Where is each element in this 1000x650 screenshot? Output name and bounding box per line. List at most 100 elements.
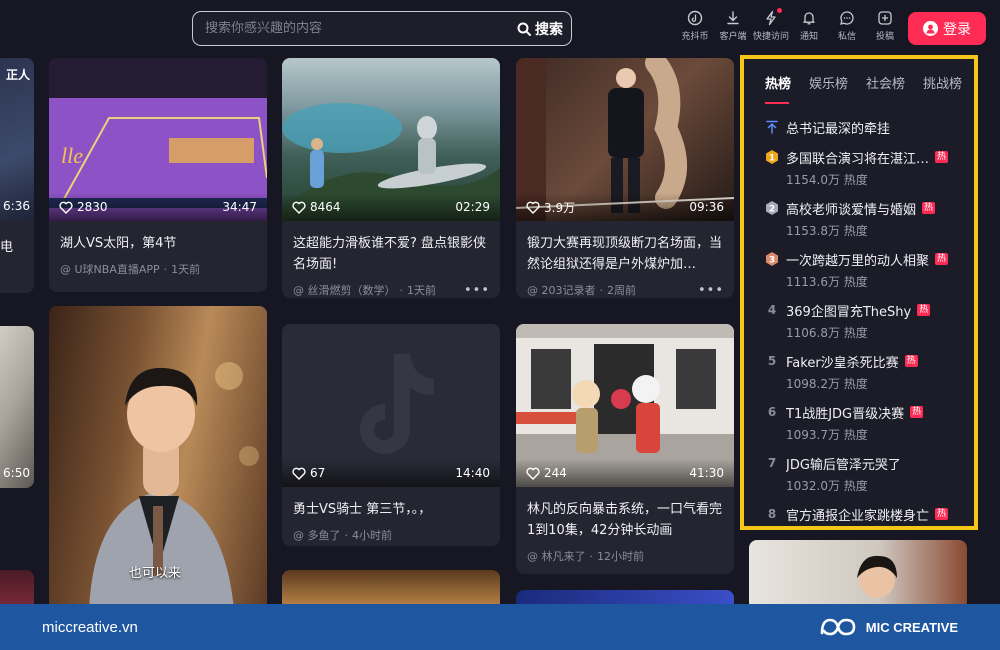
heat-value: 1098.2万 热度 — [786, 377, 868, 391]
mic-creative-logo-icon — [820, 618, 856, 636]
heat-value: 1093.7万 热度 — [786, 428, 868, 442]
trending-item[interactable]: 6 T1战胜JDG晋级决赛 热 1093.7万 热度 — [764, 401, 974, 444]
video-caption: 也可以来 — [129, 566, 182, 581]
video-author[interactable]: @ 多鱼了 — [293, 527, 341, 543]
hot-badge: 热 — [935, 508, 949, 520]
tab-society[interactable]: 社会榜 — [866, 73, 905, 104]
search-button[interactable]: 搜索 — [517, 19, 563, 39]
partial-video-card[interactable] — [749, 540, 967, 610]
trending-item[interactable]: 7 JDG输后管泽元哭了 1032.0万 热度 — [764, 452, 974, 495]
video-author[interactable]: @ 丝滑燃剪（数学） — [293, 282, 396, 298]
like-count: 3.9万 — [526, 199, 575, 216]
rank-badge-icon: 3 — [766, 252, 778, 266]
video-duration: 6:36 — [3, 199, 30, 213]
like-count: 2830 — [59, 200, 108, 214]
trending-title: Faker沙皇杀死比赛 — [786, 355, 899, 371]
video-author[interactable]: @ U球NBA直播APP — [60, 261, 160, 277]
nav-label: 投稿 — [875, 32, 894, 42]
video-card[interactable]: 8464 02:29 这超能力滑板谁不爱? 盘点银影侠名场面! @ 丝滑燃剪（数… — [282, 58, 500, 298]
hot-badge: 热 — [935, 253, 949, 265]
trending-title: 总书记最深的牵挂 — [786, 121, 891, 137]
nav-quick-access[interactable]: 快捷访问 — [753, 8, 790, 42]
overlay-text: 正人 — [6, 68, 31, 82]
video-duration: 6:50 — [3, 466, 30, 480]
nav-recharge[interactable]: 充抖币 — [678, 10, 712, 42]
heat-value: 1106.8万 热度 — [786, 326, 868, 340]
search-icon — [517, 22, 531, 36]
rank-number: 1 — [769, 154, 775, 164]
video-card[interactable]: 67 14:40 勇士VS骑士 第三节，。， @ 多鱼了 · 4小时前 — [282, 324, 500, 546]
trending-title: T1战胜JDG晋级决赛 — [786, 406, 905, 422]
video-title[interactable]: 这超能力滑板谁不爱? 盘点银影侠名场面! — [293, 233, 490, 275]
nav-upload[interactable]: 投稿 — [868, 10, 902, 42]
video-title[interactable]: 林凡的反向暴击系统，一口气看完1到10集，42分钟长动画 — [527, 499, 724, 541]
lightning-icon-wrap — [763, 8, 782, 26]
separator: · — [589, 549, 594, 563]
trending-item[interactable]: 3 一次跨越万里的动人相聚 热 1113.6万 热度 — [764, 248, 974, 291]
video-title[interactable]: 湖人VS太阳，第4节 — [60, 233, 257, 254]
video-thumbnail: 67 14:40 — [282, 324, 500, 487]
footer-site: miccreative.vn — [42, 618, 138, 636]
nav-label: 私信 — [837, 32, 856, 42]
video-author[interactable]: @ 林凡来了 — [527, 548, 586, 564]
like-count-value: 67 — [310, 466, 326, 480]
video-card[interactable]: 3.9万 09:36 锻刀大赛再现顶级断刀名场面，当然论组狱还得是户外煤炉加… … — [516, 58, 734, 298]
video-meta: @ U球NBA直播APP · 1天前 — [60, 261, 257, 277]
login-button[interactable]: 登录 — [908, 12, 986, 45]
video-meta: @ 203记录者 · 2周前 ••• — [527, 282, 724, 298]
tab-hot[interactable]: 热榜 — [765, 73, 791, 104]
trending-item[interactable]: 8 官方通报企业家跳楼身亡 热 — [764, 503, 974, 525]
video-meta: @ 多鱼了 · 4小时前 — [293, 527, 490, 543]
like-count-value: 3.9万 — [544, 200, 576, 215]
trending-title: 高校老师谈爱情与婚姻 — [786, 202, 917, 218]
more-options-icon[interactable]: ••• — [464, 283, 490, 298]
trending-item[interactable]: 5 Faker沙皇杀死比赛 热 1098.2万 热度 — [764, 350, 974, 393]
heat-value: 1154.0万 热度 — [786, 173, 868, 187]
nav-client[interactable]: 客户端 — [716, 10, 750, 42]
tab-entertainment[interactable]: 娱乐榜 — [809, 73, 848, 104]
trending-item-pinned[interactable]: 总书记最深的牵挂 — [764, 116, 974, 138]
rank-number: 6 — [767, 405, 777, 419]
search-input[interactable] — [205, 21, 517, 36]
like-count: 67 — [292, 466, 325, 480]
video-title[interactable]: 锻刀大赛再现顶级断刀名场面，当然论组狱还得是户外煤炉加… — [527, 233, 724, 275]
upload-icon — [878, 11, 892, 25]
partial-video-card-2[interactable]: 6:50 — [0, 326, 34, 488]
video-thumbnail: lle 2830 34:47 — [49, 58, 267, 221]
nav-label: 快捷访问 — [753, 32, 790, 42]
nav-notifications[interactable]: 通知 — [792, 10, 826, 42]
video-card[interactable]: lle 2830 34:47 湖人VS太阳，第4节 @ U球NBA直播APP ·… — [49, 58, 267, 292]
rank-number: 2 — [769, 205, 775, 215]
video-meta: @ 丝滑燃剪（数学） · 1天前 ••• — [293, 282, 490, 298]
video-thumbnail: 3.9万 09:36 — [516, 58, 734, 221]
login-label: 登录 — [943, 21, 971, 38]
partial-thumbnail-graphic — [857, 555, 897, 598]
rank-badge-icon: 1 — [766, 150, 778, 164]
heat-value: 1153.8万 热度 — [786, 224, 868, 238]
heat-value: 1032.0万 热度 — [786, 479, 868, 493]
hot-badge: 热 — [910, 406, 924, 418]
notification-dot — [777, 8, 782, 13]
video-card[interactable]: 也可以来 — [49, 306, 267, 610]
trending-item[interactable]: 4 369企图冒充TheShy 热 1106.8万 热度 — [764, 299, 974, 342]
heat-value: 1113.6万 热度 — [786, 275, 868, 289]
heart-icon — [526, 467, 540, 480]
trending-list: 总书记最深的牵挂 1 多国联合演习将在湛江… 热 1154.0万 热度 2 高校… — [744, 104, 974, 525]
video-card[interactable]: 244 41:30 林凡的反向暴击系统，一口气看完1到10集，42分钟长动画 @… — [516, 324, 734, 574]
separator: · — [399, 283, 404, 297]
video-thumbnail: 也可以来 — [49, 306, 267, 610]
trending-item[interactable]: 2 高校老师谈爱情与婚姻 热 1153.8万 热度 — [764, 197, 974, 240]
rank-badge-icon: 2 — [766, 201, 778, 215]
partial-video-card-1[interactable]: 正人 6:36 电 — [0, 58, 34, 293]
more-options-icon[interactable]: ••• — [698, 283, 724, 298]
video-title: 电 — [0, 240, 14, 255]
video-author[interactable]: @ 203记录者 — [527, 282, 596, 298]
trending-item[interactable]: 1 多国联合演习将在湛江… 热 1154.0万 热度 — [764, 146, 974, 189]
nav-messages[interactable]: 私信 — [830, 10, 864, 42]
trending-panel: 热榜 娱乐榜 社会榜 挑战榜 总书记最深的牵挂 1 多国联合演习将在湛江… 热 … — [740, 55, 978, 530]
video-title[interactable]: 勇士VS骑士 第三节，。， — [293, 499, 490, 520]
like-count-value: 244 — [544, 466, 567, 480]
search-box[interactable]: 搜索 — [192, 11, 572, 46]
tab-challenge[interactable]: 挑战榜 — [923, 73, 962, 104]
bell-icon — [803, 12, 815, 25]
